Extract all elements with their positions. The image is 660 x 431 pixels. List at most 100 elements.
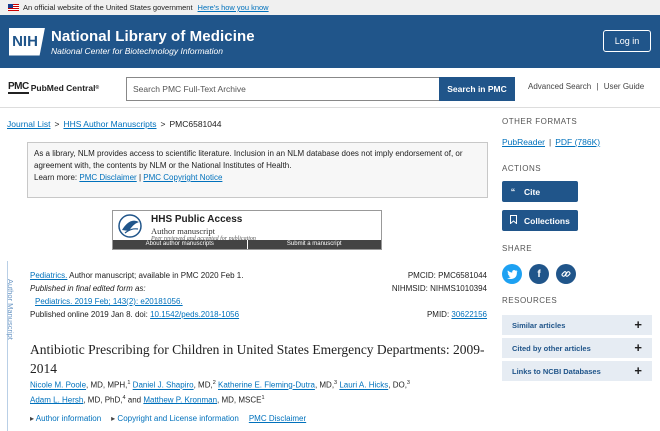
affiliation-sup[interactable]: 3 (334, 380, 337, 386)
separator: | (596, 82, 599, 91)
nlm-title[interactable]: National Library of Medicine (51, 28, 255, 45)
doi-link[interactable]: 10.1542/peds.2018-1056 (150, 310, 239, 319)
pubreader-link[interactable]: PubReader (502, 137, 545, 147)
pmid-line: PMID: 30622156 (392, 308, 487, 321)
search-help-links: Advanced Search | User Guide (528, 82, 644, 91)
user-guide-link[interactable]: User Guide (604, 82, 644, 91)
copyright-license-label: Copyright and License information (117, 414, 239, 423)
other-formats-heading: OTHER FORMATS (502, 117, 578, 126)
author-credentials: , MD, (193, 380, 213, 390)
author-credentials: , MD, MSCE (217, 395, 262, 405)
nlm-disclaimer-box: As a library, NLM provides access to sci… (27, 142, 488, 198)
share-heading: SHARE (502, 244, 533, 253)
similar-articles-accordion[interactable]: Similar articles + (502, 315, 652, 335)
author-name[interactable]: Matthew P. Kronman (143, 395, 217, 404)
published-online-text: Published online 2019 Jan 8. doi: (30, 310, 151, 319)
ncbi-links-accordion[interactable]: Links to NCBI Databases + (502, 361, 652, 381)
share-buttons: f (502, 264, 576, 284)
facebook-icon[interactable]: f (529, 264, 549, 284)
expand-arrow-icon: ▸ (30, 414, 35, 423)
disclaimer-text: As a library, NLM provides access to sci… (34, 149, 463, 170)
plus-icon: + (634, 363, 642, 378)
right-sidebar: OTHER FORMATS PubReader | PDF (786K) ACTIO… (502, 109, 660, 430)
nihmsid: NIHMSID: NIHMS1010394 (391, 284, 487, 293)
authors-and: and (125, 395, 144, 405)
pmc-search-bar: PMC PubMed Central ® Search PMC Full-Tex… (0, 68, 660, 108)
nlm-header: NIH National Library of Medicine Nationa… (0, 15, 660, 68)
author-name[interactable]: Katherine E. Fleming-Dutra (218, 381, 315, 390)
cited-by-accordion[interactable]: Cited by other articles + (502, 338, 652, 358)
author-manuscript-side-tag: Author Manuscript (6, 279, 15, 340)
breadcrumb-current: PMC6581044 (169, 119, 222, 129)
nih-logo[interactable]: NIH (9, 27, 45, 56)
resources-heading: RESOURCES (502, 296, 558, 305)
search-in-pmc-button[interactable]: Search in PMC (439, 77, 515, 101)
learn-more-label: Learn more: (34, 173, 78, 182)
registered-mark: ® (95, 84, 100, 91)
separator: | (138, 173, 142, 182)
login-button[interactable]: Log in (603, 30, 651, 52)
breadcrumb-sep: > (54, 119, 60, 129)
search-input[interactable]: Search PMC Full-Text Archive (126, 77, 440, 101)
author-information-label: Author information (35, 414, 102, 423)
ncbi-links-label: Links to NCBI Databases (512, 366, 601, 376)
collections-label: Collections (524, 215, 570, 226)
citation-link[interactable]: Pediatrics. 2019 Feb; 143(2): e20181056. (35, 297, 183, 306)
cited-by-label: Cited by other articles (512, 343, 591, 353)
plus-icon: + (634, 340, 642, 355)
author-name[interactable]: Lauri A. Hicks (339, 381, 388, 390)
hhs-title: HHS Public Access (151, 214, 243, 225)
collections-button[interactable]: Collections (502, 210, 578, 231)
other-formats-links: PubReader | PDF (786K) (502, 137, 600, 147)
author-credentials: , MD, (314, 380, 335, 390)
pmid-label: PMID: (426, 310, 452, 319)
breadcrumb-journal-list[interactable]: Journal List (7, 119, 50, 129)
us-flag-icon (8, 4, 19, 11)
link-icon[interactable] (556, 264, 576, 284)
ncbi-subtitle: National Center for Biotechnology Inform… (51, 45, 223, 56)
publication-meta: Pediatrics. Author manuscript; available… (30, 269, 243, 321)
bookmark-icon (502, 215, 524, 226)
author-name[interactable]: Adam L. Hersh (30, 395, 83, 404)
disclaimer-learn-more: Learn more: PMC Disclaimer | PMC Copyrig… (34, 172, 481, 184)
affiliation-sup[interactable]: 1 (261, 395, 264, 401)
breadcrumb-sep: > (160, 119, 166, 129)
published-online-line: Published online 2019 Jan 8. doi: 10.154… (30, 308, 243, 321)
author-credentials: , MD, PhD, (83, 395, 123, 405)
hhs-subtitle: Author manuscript (151, 226, 215, 236)
author-name[interactable]: Daniel J. Shapiro (133, 381, 194, 390)
pmc-logo[interactable]: PMC PubMed Central ® (8, 81, 118, 94)
breadcrumb: Journal List > HHS Author Manuscripts > PMC6… (7, 119, 221, 129)
copyright-license-toggle[interactable]: ▸ Copyright and License information (111, 414, 239, 423)
affiliation-sup[interactable]: 3 (407, 380, 410, 386)
author-name[interactable]: Nicole M. Poole (30, 381, 86, 390)
article-info-links: ▸ Author information ▸ Copyright and Lic… (30, 414, 306, 423)
hhs-links: About author manuscripts Submit a manusc… (113, 240, 381, 249)
affiliation-sup[interactable]: 2 (213, 380, 216, 386)
advanced-search-link[interactable]: Advanced Search (528, 82, 591, 91)
pmc-copyright-notice-link[interactable]: PMC Copyright Notice (143, 173, 222, 182)
pdf-link[interactable]: PDF (786K) (555, 137, 600, 147)
author-credentials: , MD, MPH, (86, 380, 128, 390)
author-list: Nicole M. Poole, MD, MPH,1 Daniel J. Sha… (30, 377, 490, 406)
availability-text: Author manuscript; available in PMC 2020… (67, 271, 244, 280)
pmc-disclaimer-link[interactable]: PMC Disclaimer (79, 173, 136, 182)
hhs-public-access-banner: HHS Public Access Author manuscript Peer… (112, 210, 382, 250)
author-information-toggle[interactable]: ▸ Author information (30, 414, 101, 423)
about-author-manuscripts-link[interactable]: About author manuscripts (113, 240, 247, 249)
pmc-logo-mark: PMC (8, 81, 29, 94)
pmc-logo-text: PubMed Central (30, 82, 96, 93)
submit-manuscript-link[interactable]: Submit a manuscript (246, 240, 382, 249)
affiliation-sup[interactable]: 1 (127, 380, 130, 386)
breadcrumb-hhs-author-manuscripts[interactable]: HHS Author Manuscripts (63, 119, 156, 129)
pmc-disclaimer-link-2[interactable]: PMC Disclaimer (249, 414, 306, 423)
heres-how-you-know-link[interactable]: Here's how you know (198, 3, 269, 12)
pmcid: PMCID: PMC6581044 (407, 271, 487, 280)
journal-link[interactable]: Pediatrics. (30, 271, 67, 280)
cite-label: Cite (524, 186, 541, 197)
cite-button[interactable]: “ Cite (502, 181, 578, 202)
twitter-icon[interactable] (502, 264, 522, 284)
pmid-link[interactable]: 30622156 (451, 310, 487, 319)
identifiers: PMCID: PMC6581044 NIHMSID: NIHMS1010394 … (392, 269, 487, 321)
